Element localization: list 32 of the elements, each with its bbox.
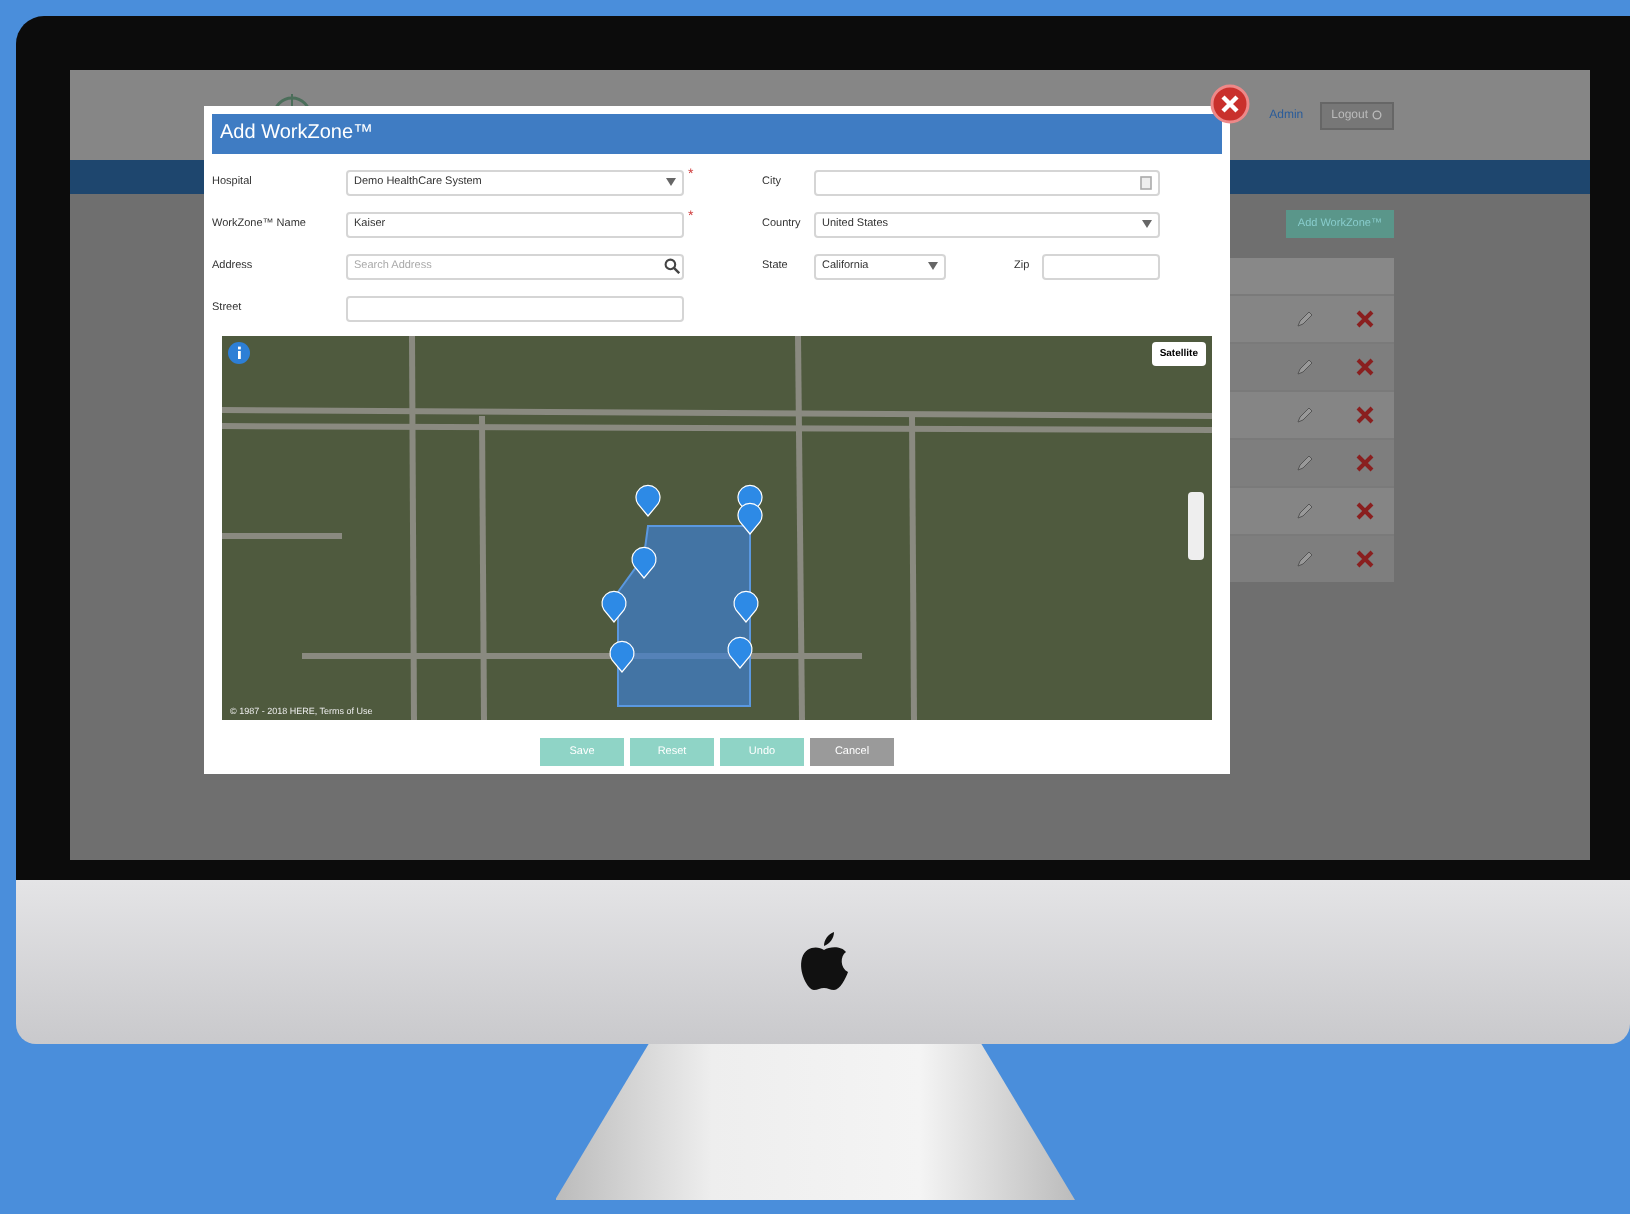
power-icon — [1372, 110, 1382, 120]
map-marker-icon[interactable] — [737, 502, 763, 535]
search-icon[interactable] — [664, 258, 680, 274]
pencil-icon[interactable] — [1295, 454, 1313, 472]
delete-icon[interactable] — [1355, 454, 1373, 472]
pencil-icon[interactable] — [1295, 406, 1313, 424]
pencil-icon[interactable] — [1295, 358, 1313, 376]
info-icon[interactable] — [228, 342, 250, 364]
input-field[interactable] — [1042, 253, 1160, 279]
delete-icon[interactable] — [1355, 310, 1373, 328]
caret-icon — [928, 262, 938, 270]
pencil-icon[interactable] — [1295, 502, 1313, 520]
delete-icon[interactable] — [1355, 550, 1373, 568]
map-marker-icon[interactable] — [635, 484, 661, 517]
map-marker-icon[interactable] — [727, 636, 753, 669]
delete-icon[interactable] — [1355, 502, 1373, 520]
pencil-icon[interactable] — [1295, 310, 1313, 328]
contact-card-icon[interactable] — [1140, 175, 1152, 189]
caret-icon — [1142, 220, 1152, 228]
map-marker-icon[interactable] — [609, 640, 635, 673]
input-field[interactable] — [346, 295, 684, 321]
delete-icon[interactable] — [1355, 358, 1373, 376]
caret-icon — [666, 178, 676, 186]
input-field[interactable] — [814, 169, 1160, 195]
pencil-icon[interactable] — [1295, 550, 1313, 568]
map-marker-icon[interactable] — [733, 590, 759, 623]
map-marker-icon[interactable] — [601, 590, 627, 623]
dialog-title: Add WorkZone™ — [212, 114, 1222, 154]
apple-logo-icon — [797, 932, 849, 992]
close-icon[interactable] — [1210, 84, 1250, 124]
map-marker-icon[interactable] — [631, 546, 657, 579]
delete-icon[interactable] — [1355, 406, 1373, 424]
